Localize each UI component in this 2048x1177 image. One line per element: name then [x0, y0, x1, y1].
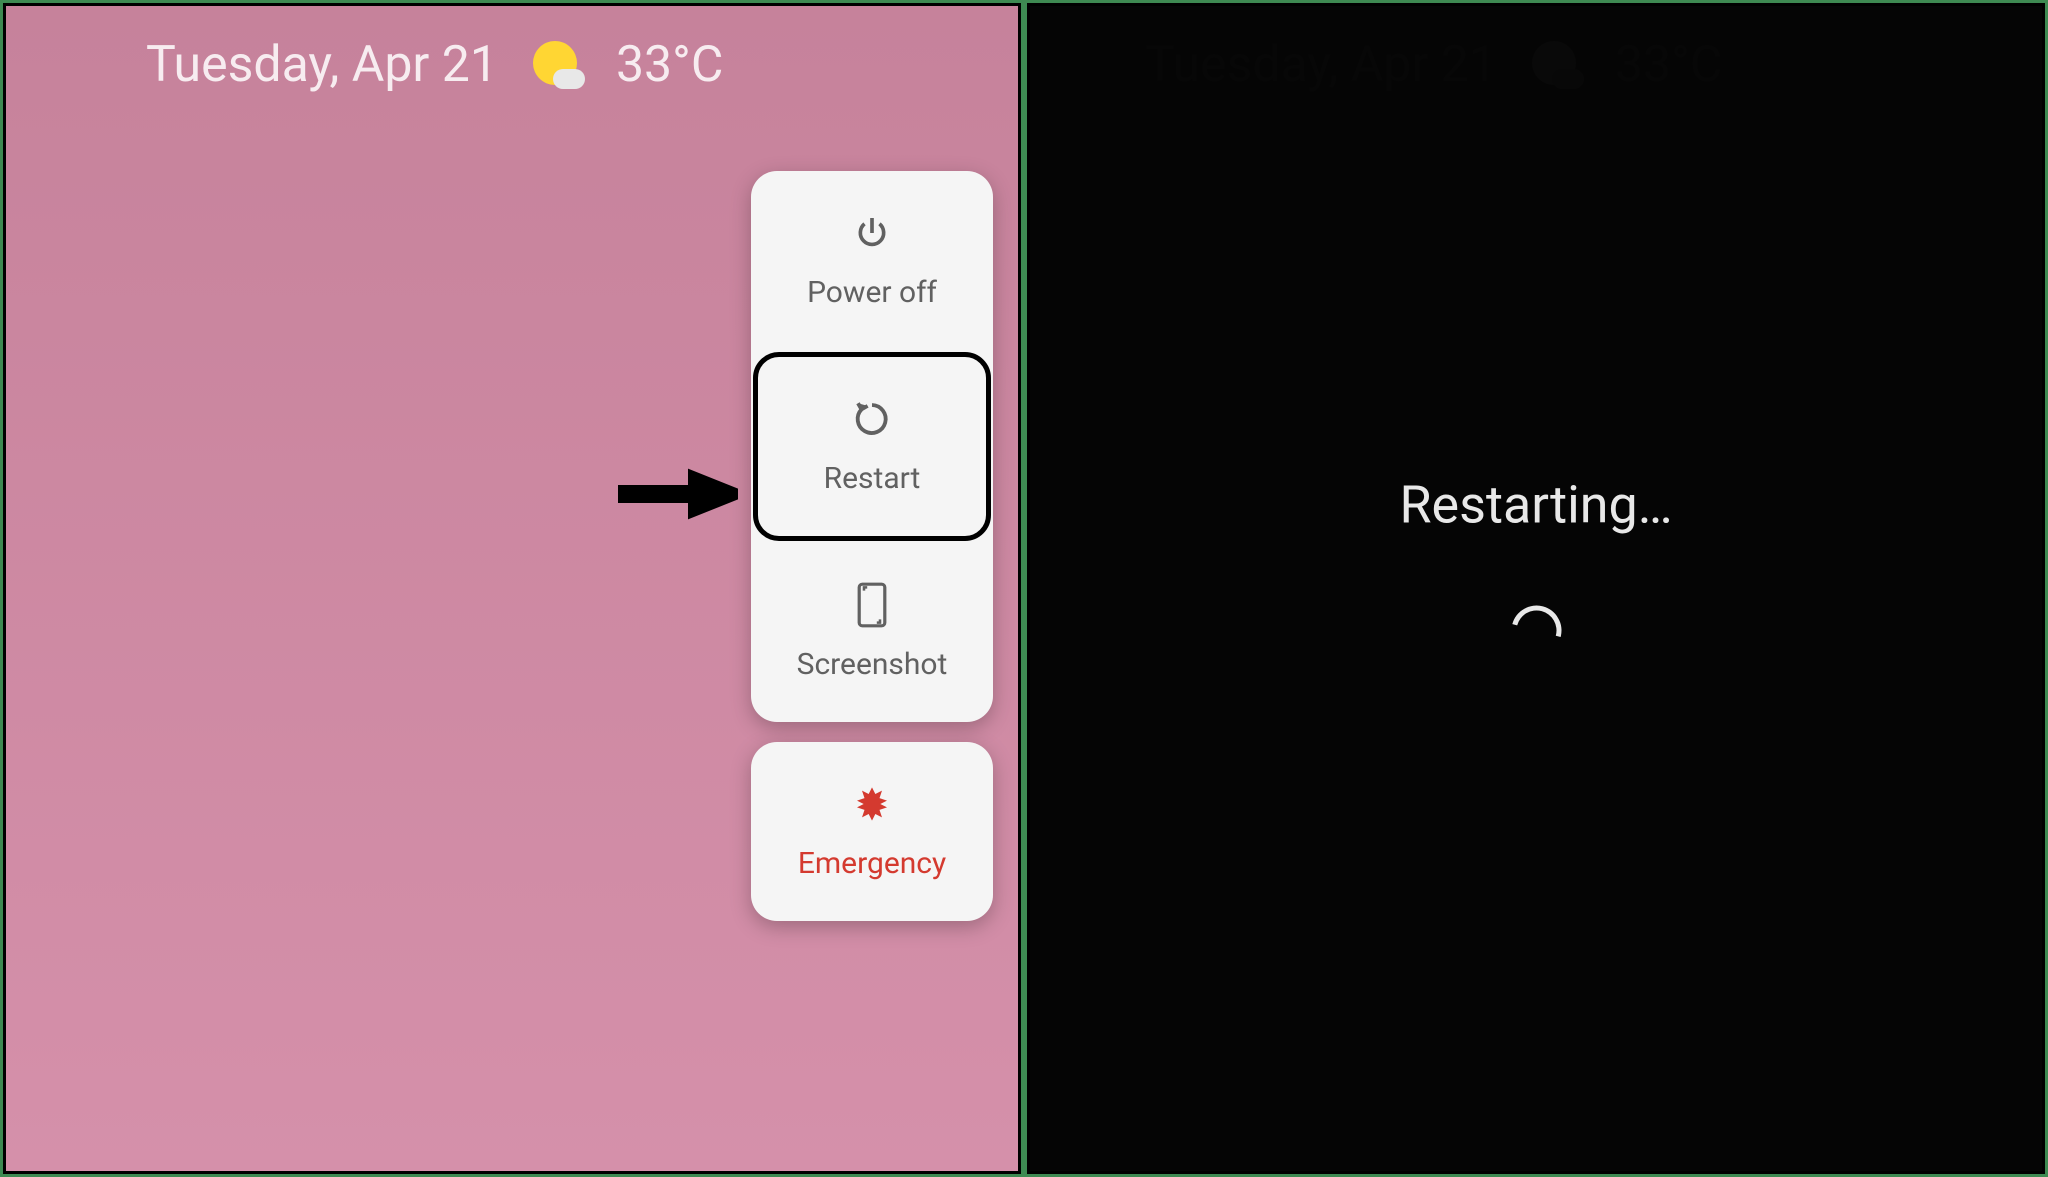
date-text: Tuesday, Apr 21 [146, 36, 498, 94]
status-bar-dimmed: Tuesday, Apr 21 33°C [1030, 6, 2042, 114]
emergency-label: Emergency [798, 846, 946, 881]
power-menu: Power off Restart [751, 171, 993, 722]
weather-icon [533, 41, 581, 89]
date-text-dimmed: Tuesday, Apr 21 [1145, 36, 1497, 94]
temperature-text: 33°C [616, 36, 723, 94]
restart-button[interactable]: Restart [753, 352, 991, 541]
spinner-icon [1502, 597, 1570, 665]
restart-label: Restart [824, 461, 921, 496]
restarting-label: Restarting… [1400, 475, 1673, 536]
emergency-icon [850, 782, 894, 826]
left-panel: Tuesday, Apr 21 33°C Power off [3, 3, 1021, 1174]
screenshot-label: Screenshot [797, 647, 948, 682]
weather-icon-dimmed [1532, 41, 1580, 89]
restarting-container: Restarting… [1400, 475, 1673, 656]
emergency-menu: Emergency [751, 742, 993, 921]
power-menu-group: Power off Restart [751, 171, 993, 921]
screenshot-button[interactable]: Screenshot [751, 543, 993, 722]
temperature-text-dimmed: 33°C [1615, 36, 1722, 94]
power-icon [850, 211, 894, 255]
arrow-pointer-icon [618, 466, 738, 522]
emergency-button[interactable]: Emergency [751, 742, 993, 921]
right-panel: Tuesday, Apr 21 33°C Restarting… [1027, 3, 2045, 1174]
restart-icon [850, 397, 894, 441]
power-off-label: Power off [807, 275, 937, 310]
power-off-button[interactable]: Power off [751, 171, 993, 350]
screenshot-icon [850, 583, 894, 627]
status-bar: Tuesday, Apr 21 33°C [6, 6, 1018, 114]
